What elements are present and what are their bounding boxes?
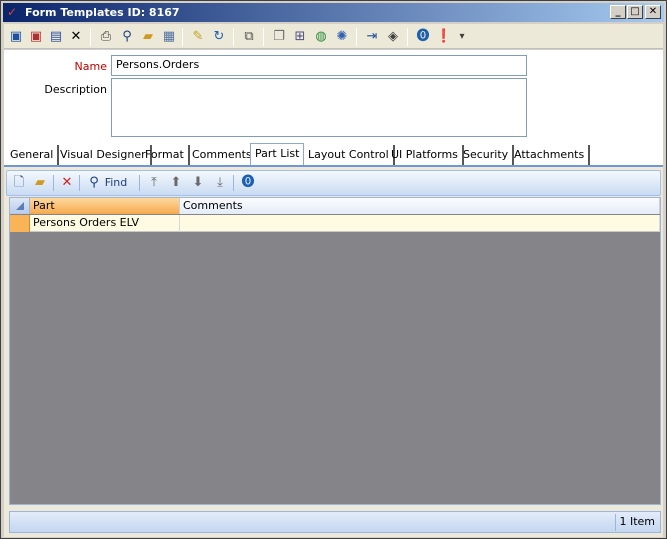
- app-icon: ✓: [7, 5, 18, 19]
- edit-icon[interactable]: ✎: [188, 27, 208, 47]
- toolbar-separator: [53, 175, 54, 191]
- tab-comments[interactable]: Comments: [188, 145, 258, 165]
- tab-format[interactable]: Format: [141, 145, 190, 165]
- cell-part[interactable]: Persons Orders ELV: [30, 215, 180, 232]
- tag-icon[interactable]: ◈: [383, 27, 403, 47]
- find-button[interactable]: Find: [103, 174, 129, 192]
- move-down-icon[interactable]: ⬇: [190, 174, 206, 192]
- help-icon[interactable]: ⓿: [239, 174, 257, 192]
- name-field[interactable]: Persons.Orders: [111, 55, 527, 76]
- column-header-comments[interactable]: Comments: [180, 198, 660, 214]
- find-icon[interactable]: ⚲: [85, 174, 103, 192]
- toolbar-separator: [263, 28, 264, 46]
- delete-icon[interactable]: ✕: [66, 27, 86, 47]
- tab-part-list[interactable]: Part List: [250, 143, 305, 165]
- move-up-icon[interactable]: ⬆: [168, 174, 184, 192]
- tab-security[interactable]: Security: [459, 145, 515, 165]
- tab-visual-designer[interactable]: Visual Designer: [56, 145, 152, 165]
- toolbar-separator: [356, 28, 357, 46]
- maximize-button[interactable]: □: [627, 5, 643, 19]
- tab-attachments[interactable]: Attachments: [510, 145, 591, 165]
- status-bar: 1 Item: [9, 511, 661, 533]
- toolbar-separator: [233, 175, 234, 191]
- toolbar-separator: [139, 175, 140, 191]
- part-list-panel: 🗋 ▰ ✕ ⚲ Find ⤒ ⬆ ⬇ ⤓ ⓿ Part Comments Per…: [4, 167, 663, 537]
- properties-icon[interactable]: ▦: [159, 27, 179, 47]
- table-row[interactable]: Persons Orders ELV: [10, 215, 660, 232]
- window-title: Form Templates ID: 8167: [25, 6, 180, 19]
- info-icon[interactable]: ❗: [434, 27, 454, 47]
- tab-strip: General Visual Designer Format Comments …: [4, 143, 663, 167]
- new-document-icon[interactable]: 🗋: [11, 174, 27, 192]
- toolbar-separator: [233, 28, 234, 46]
- item-count: 1 Item: [615, 514, 658, 531]
- open-folder-icon[interactable]: ▰: [138, 27, 158, 47]
- cell-comments[interactable]: [180, 215, 660, 232]
- save-icon[interactable]: ▣: [6, 27, 26, 47]
- tab-layout-control[interactable]: Layout Control: [304, 145, 395, 165]
- import-icon[interactable]: ⇥: [362, 27, 382, 47]
- move-top-icon[interactable]: ⤒: [146, 174, 162, 192]
- cycle-icon[interactable]: ✺: [332, 27, 352, 47]
- part-list-toolbar: 🗋 ▰ ✕ ⚲ Find ⤒ ⬆ ⬇ ⤓ ⓿: [6, 170, 661, 196]
- help-icon[interactable]: ⓿: [413, 27, 433, 47]
- tab-ui-platforms[interactable]: UI Platforms: [387, 145, 464, 165]
- overflow-icon[interactable]: ▾: [457, 27, 467, 47]
- globe-icon[interactable]: ◍: [311, 27, 331, 47]
- name-label: Name: [74, 60, 107, 73]
- link-icon[interactable]: ⧉: [239, 27, 259, 47]
- toolbar-separator: [79, 175, 80, 191]
- move-bottom-icon[interactable]: ⤓: [212, 174, 228, 192]
- description-label: Description: [44, 83, 107, 96]
- column-header-part[interactable]: Part: [30, 198, 180, 214]
- grid-header: Part Comments: [10, 198, 660, 214]
- minimize-button[interactable]: _: [610, 5, 626, 19]
- delete-icon[interactable]: ✕: [59, 174, 75, 192]
- toolbar-separator: [182, 28, 183, 46]
- print-icon[interactable]: ⎙: [96, 27, 116, 47]
- export-icon[interactable]: ⊞: [290, 27, 310, 47]
- save-all-icon[interactable]: ▤: [46, 27, 66, 47]
- save-close-icon[interactable]: ▣: [26, 27, 46, 47]
- toolbar-separator: [90, 28, 91, 46]
- copy-icon[interactable]: ❐: [269, 27, 289, 47]
- form-templates-window: ✓ Form Templates ID: 8167 _ □ ✕ ▣ ▣ ▤ ✕ …: [0, 0, 667, 539]
- part-list-grid: Part Comments Persons Orders ELV: [9, 197, 661, 505]
- refresh-icon[interactable]: ↻: [209, 27, 229, 47]
- find-icon[interactable]: ⚲: [117, 27, 137, 47]
- main-toolbar: ▣ ▣ ▤ ✕ ⎙ ⚲ ▰ ▦ ✎ ↻ ⧉ ❐ ⊞ ◍ ✺ ⇥ ◈ ⓿ ❗ ▾: [4, 24, 663, 49]
- row-selector[interactable]: [10, 215, 30, 232]
- open-folder-icon[interactable]: ▰: [31, 174, 49, 192]
- title-bar[interactable]: ✓ Form Templates ID: 8167 _ □ ✕: [3, 3, 664, 22]
- select-all-corner[interactable]: [10, 198, 30, 214]
- tab-general[interactable]: General: [6, 145, 60, 165]
- toolbar-separator: [407, 28, 408, 46]
- description-field[interactable]: [111, 78, 527, 137]
- close-button[interactable]: ✕: [645, 5, 661, 19]
